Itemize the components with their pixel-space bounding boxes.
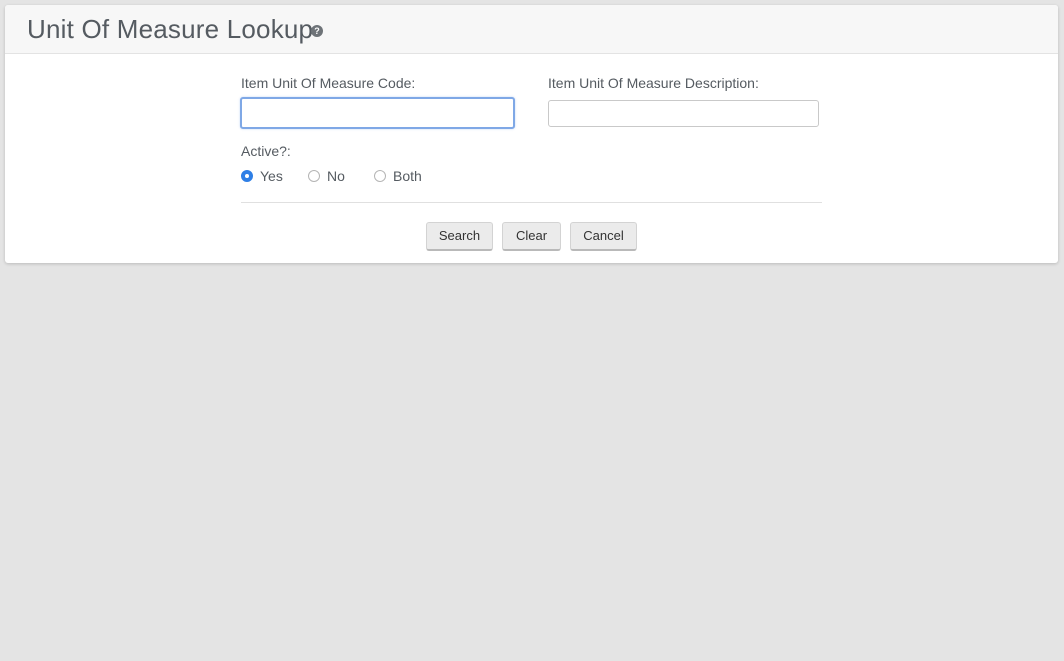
description-input[interactable] [548,100,819,127]
search-button[interactable]: Search [426,222,493,251]
radio-yes-label: Yes [260,168,283,184]
form-divider [241,202,822,203]
radio-yes-indicator[interactable] [241,170,253,182]
help-icon[interactable]: ? [311,25,323,37]
lookup-panel: Unit Of Measure Lookup ? Item Unit Of Me… [5,5,1058,263]
description-label: Item Unit Of Measure Description: [548,75,759,91]
code-input[interactable] [240,97,515,129]
page-title: Unit Of Measure Lookup [27,14,314,44]
radio-no-label: No [327,168,345,184]
radio-both-indicator[interactable] [374,170,386,182]
clear-button[interactable]: Clear [502,222,561,251]
code-label: Item Unit Of Measure Code: [241,75,416,91]
cancel-button[interactable]: Cancel [570,222,637,251]
radio-both-label: Both [393,168,422,184]
active-label: Active?: [241,143,291,159]
panel-header: Unit Of Measure Lookup ? [5,5,1058,54]
radio-no-indicator[interactable] [308,170,320,182]
